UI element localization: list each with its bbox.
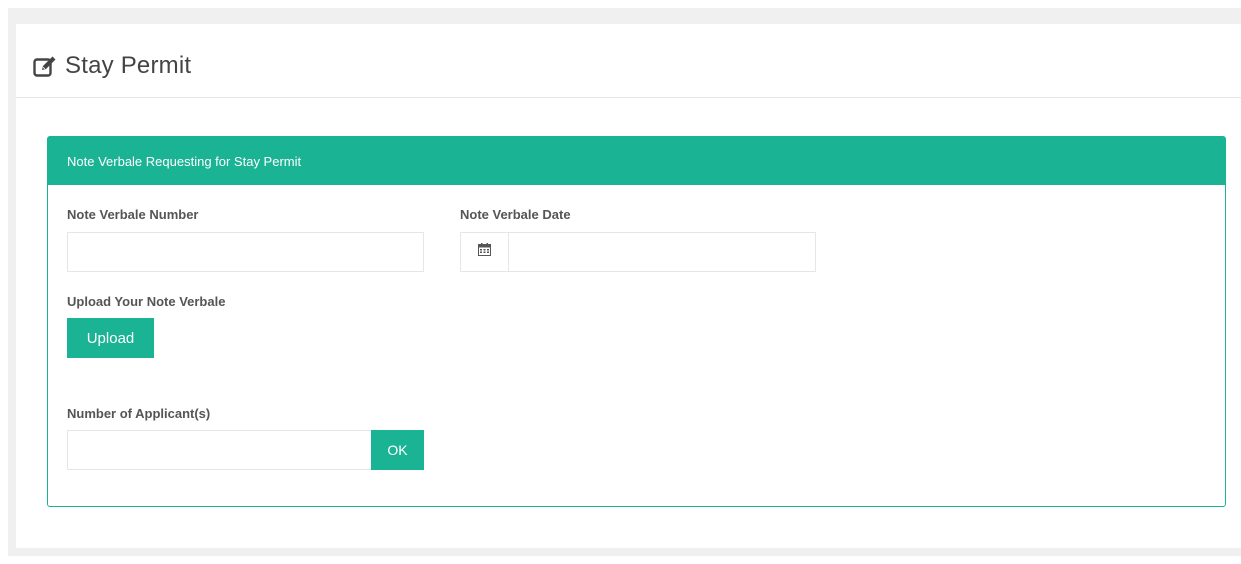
page-title-group: Stay Permit <box>33 50 191 82</box>
page-header: Stay Permit <box>16 24 1241 98</box>
content-card: Stay Permit Note Verbale Requesting for … <box>16 24 1241 548</box>
note-verbale-number-input[interactable] <box>67 232 424 272</box>
upload-button[interactable]: Upload <box>67 318 154 358</box>
page-title: Stay Permit <box>65 52 192 79</box>
date-picker-addon[interactable] <box>460 232 509 272</box>
calendar-icon <box>478 243 491 261</box>
ok-button[interactable]: OK <box>371 430 424 470</box>
page-background: Stay Permit Note Verbale Requesting for … <box>8 8 1241 556</box>
edit-icon <box>33 55 57 77</box>
number-of-applicants-input[interactable] <box>67 430 372 470</box>
note-verbale-number-label: Note Verbale Number <box>67 207 199 222</box>
upload-note-verbale-label: Upload Your Note Verbale <box>67 294 226 309</box>
panel-heading: Note Verbale Requesting for Stay Permit <box>48 137 1225 185</box>
note-verbale-date-input[interactable] <box>508 232 816 272</box>
number-of-applicants-label: Number of Applicant(s) <box>67 406 211 421</box>
note-verbale-date-label: Note Verbale Date <box>460 207 571 222</box>
stay-permit-panel: Note Verbale Requesting for Stay Permit … <box>47 136 1226 507</box>
